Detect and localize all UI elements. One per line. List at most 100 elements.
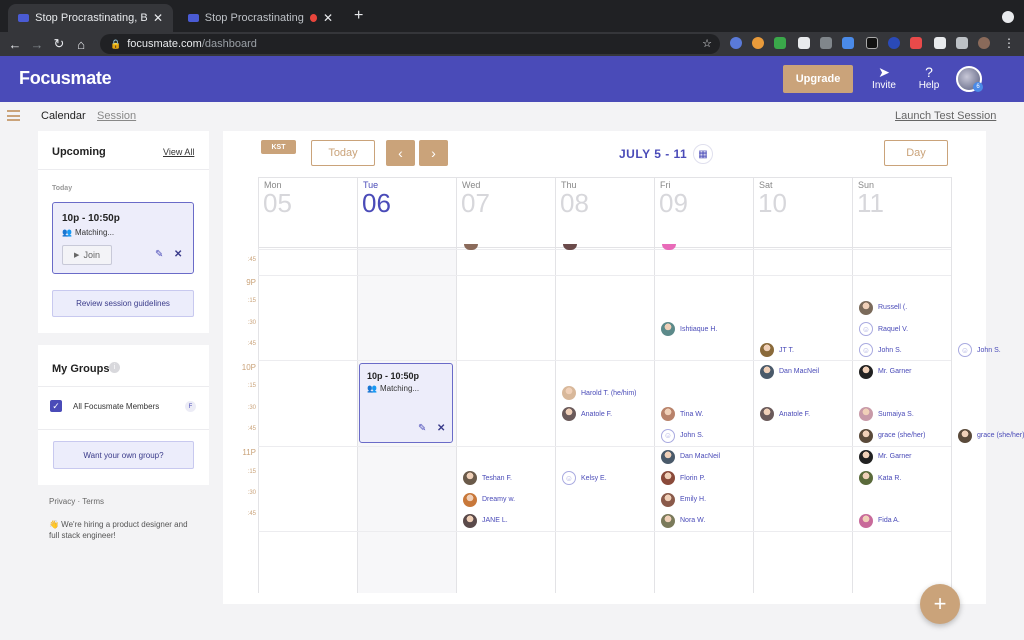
info-icon[interactable]: i — [109, 362, 120, 373]
chrome-menu-icon[interactable] — [1002, 11, 1014, 23]
calendar-person-slot[interactable]: Dreamy w. — [463, 492, 515, 507]
invite-label: Invite — [872, 80, 896, 91]
tab-calendar[interactable]: Calendar — [41, 110, 86, 122]
profile-icon[interactable] — [978, 37, 990, 49]
view-day-button[interactable]: Day — [884, 140, 948, 166]
logo[interactable]: Focusmate — [19, 68, 112, 89]
back-icon[interactable]: ← — [4, 37, 26, 52]
close-tab-icon[interactable]: ✕ — [153, 11, 163, 25]
extension-icon[interactable] — [842, 37, 854, 49]
prev-week-button[interactable]: ‹ — [386, 140, 415, 166]
avatar — [463, 513, 477, 528]
url-input[interactable]: 🔒 focusmate.com/dashboard ☆ — [100, 34, 720, 54]
calendar-person-slot[interactable]: Kata R. — [859, 471, 901, 486]
calendar-person-slot[interactable]: ☺ Raquel V. — [859, 322, 909, 337]
extension-icon[interactable] — [774, 37, 786, 49]
person-name: Raquel V. — [878, 325, 909, 333]
upcoming-session-card[interactable]: 10p - 10:50p 👥 Matching... ▶ Join ✎ ✕ — [52, 202, 194, 274]
upgrade-button[interactable]: Upgrade — [783, 65, 853, 93]
terms-link[interactable]: Terms — [82, 497, 104, 506]
avatar — [859, 449, 873, 464]
empty-avatar-icon: ☺ — [859, 322, 873, 337]
extension-icon[interactable] — [820, 37, 832, 49]
calendar-person-slot[interactable]: ☺ John S. — [859, 343, 902, 358]
calendar-person-slot[interactable]: grace (she/her) — [859, 428, 925, 443]
extension-icon[interactable] — [798, 37, 810, 49]
launch-test-session-link[interactable]: Launch Test Session — [895, 110, 996, 122]
avatar[interactable]: 6 — [956, 66, 983, 92]
calendar-person-slot[interactable]: JT T. — [760, 343, 794, 358]
extension-icon[interactable] — [888, 37, 900, 49]
event-status: 👥 Matching... — [367, 384, 419, 393]
calendar-person-slot[interactable]: JANE L. — [463, 513, 508, 528]
close-tab-icon[interactable]: ✕ — [323, 11, 333, 25]
calendar-person-slot[interactable]: ☺ Kelsy E. — [562, 471, 607, 486]
chevron-right-icon: › — [431, 145, 436, 161]
calendar-person-slot[interactable]: Mr. Garner — [859, 449, 911, 464]
cancel-x-icon[interactable]: ✕ — [174, 249, 182, 260]
calendar-person-slot[interactable]: ☺ John S. — [661, 428, 704, 443]
extension-icon[interactable] — [730, 37, 742, 49]
grid-hline — [258, 247, 951, 248]
calendar-person-slot[interactable]: Tina W. — [661, 407, 703, 422]
puzzle-icon[interactable] — [956, 37, 968, 49]
calendar-person-slot[interactable]: ☺ John S. — [958, 343, 1001, 358]
calendar-person-slot[interactable]: Russell (. — [859, 300, 907, 315]
view-all-link[interactable]: View All — [163, 147, 194, 157]
calendar-person-slot[interactable]: Teshan F. — [463, 471, 512, 486]
privacy-link[interactable]: Privacy — [49, 497, 75, 506]
calendar-person-slot[interactable]: Anatole F. — [562, 407, 612, 422]
my-session-event[interactable]: 10p - 10:50p 👥 Matching... ✎ ✕ — [359, 363, 453, 443]
browser-tab[interactable]: Stop Procrastinating, Boos... ✕ — [178, 4, 343, 32]
extension-icon[interactable] — [752, 37, 764, 49]
forward-icon[interactable]: → — [26, 37, 48, 52]
person-name: Harold T. (he/him) — [581, 389, 637, 397]
calendar-person-slot[interactable]: Mr. Garner — [859, 364, 911, 379]
invite-button[interactable]: ➤ Invite — [864, 64, 904, 91]
extension-icon[interactable] — [934, 37, 946, 49]
calendar-person-slot[interactable]: Dan MacNeil — [760, 364, 819, 379]
calendar-person-slot[interactable]: grace (she/her) — [958, 428, 1024, 443]
day-header-sat[interactable]: Sat 10 — [753, 177, 852, 247]
reload-icon[interactable]: ↻ — [48, 36, 70, 52]
calendar-person-slot[interactable]: Emily H. — [661, 492, 706, 507]
help-button[interactable]: ? Help — [909, 64, 949, 91]
tab-session[interactable]: Session — [97, 110, 136, 122]
join-button[interactable]: ▶ Join — [62, 245, 112, 265]
browser-tab[interactable]: Stop Procrastinating, Boost Pr... ✕ — [8, 4, 173, 32]
today-button[interactable]: Today — [311, 140, 375, 166]
next-week-button[interactable]: › — [419, 140, 448, 166]
hiring-note[interactable]: 👋 We're hiring a product designer and fu… — [49, 519, 199, 541]
extension-icon[interactable] — [866, 37, 878, 49]
edit-pencil-icon[interactable]: ✎ — [155, 249, 163, 260]
day-header-tue[interactable]: Tue 06 — [357, 177, 456, 247]
bookmark-star-icon[interactable]: ☆ — [702, 37, 712, 50]
day-header-thu[interactable]: Thu 08 — [555, 177, 654, 247]
hamburger-menu-icon[interactable] — [7, 110, 20, 121]
calendar-person-slot[interactable]: Dan MacNeil — [661, 449, 720, 464]
calendar-person-slot[interactable]: Anatole F. — [760, 407, 810, 422]
extension-icon[interactable] — [910, 37, 922, 49]
edit-pencil-icon[interactable]: ✎ — [418, 423, 426, 434]
own-group-button[interactable]: Want your own group? — [53, 441, 194, 469]
home-icon[interactable]: ⌂ — [70, 37, 92, 52]
calendar-person-slot[interactable]: Fida A. — [859, 513, 900, 528]
timezone-badge[interactable]: KST — [261, 140, 296, 154]
cancel-x-icon[interactable]: ✕ — [437, 423, 445, 434]
day-header-mon[interactable]: Mon 05 — [258, 177, 357, 247]
day-header-wed[interactable]: Wed 07 — [456, 177, 555, 247]
more-icon[interactable]: ⋮ — [1003, 36, 1015, 50]
calendar-person-slot[interactable]: Nora W. — [661, 513, 705, 528]
new-tab-icon[interactable]: + — [354, 7, 363, 25]
add-session-button[interactable]: + — [920, 584, 960, 624]
group-checkbox[interactable]: ✓ — [50, 400, 62, 412]
calendar-person-slot[interactable]: Ishtiaque H. — [661, 322, 717, 337]
day-number: 08 — [560, 188, 589, 218]
calendar-person-slot[interactable]: Sumaiya S. — [859, 407, 914, 422]
day-header-sun[interactable]: Sun 11 — [852, 177, 951, 247]
calendar-person-slot[interactable]: Florin P. — [661, 471, 705, 486]
review-guidelines-button[interactable]: Review session guidelines — [52, 290, 194, 317]
calendar-picker-icon[interactable]: ▦ — [693, 144, 713, 164]
calendar-person-slot[interactable]: Harold T. (he/him) — [562, 386, 637, 400]
day-header-fri[interactable]: Fri 09 — [654, 177, 753, 247]
